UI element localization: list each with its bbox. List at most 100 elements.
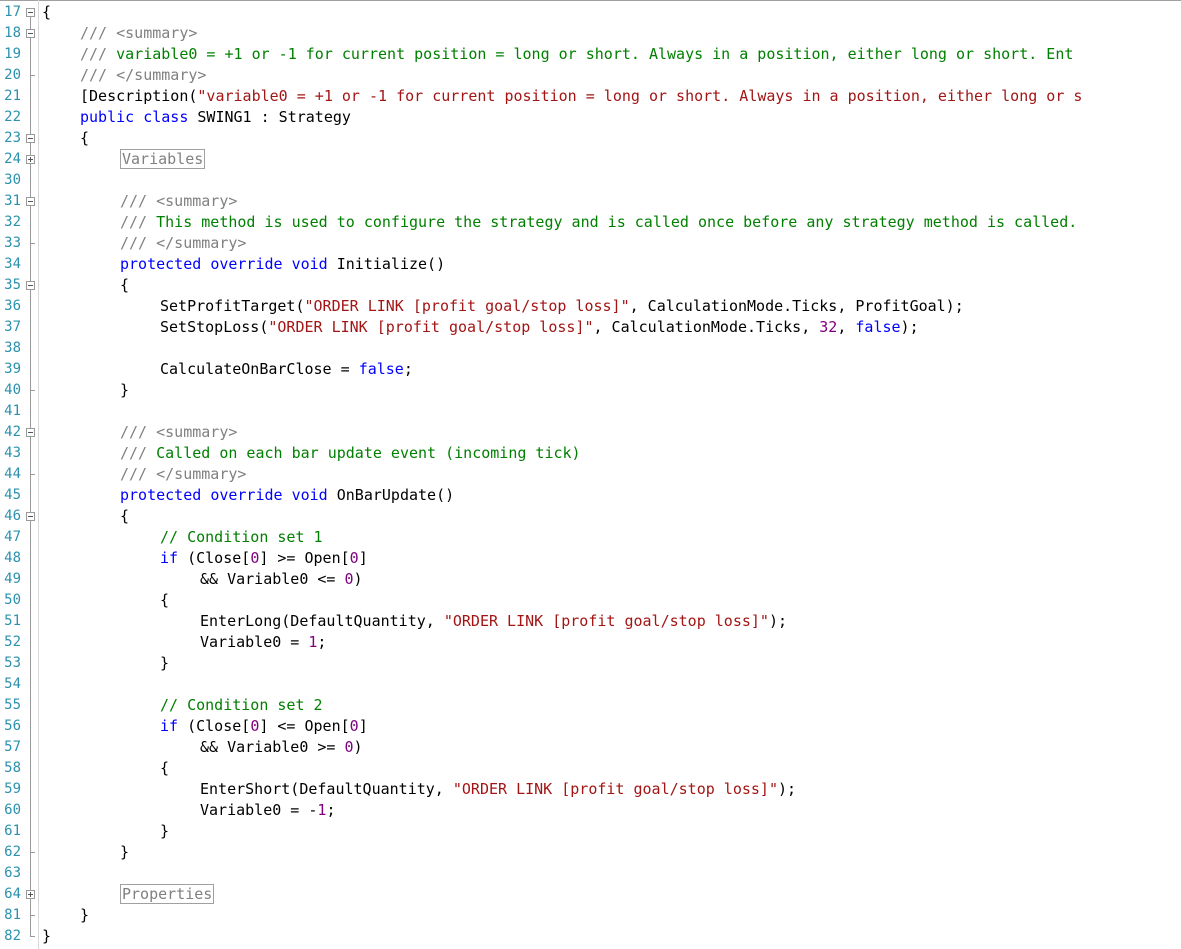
fold-collapse-icon[interactable]	[26, 2, 35, 23]
code-line[interactable]: 17 {	[0, 2, 1181, 23]
code-line[interactable]: 63	[0, 863, 1181, 884]
code-text[interactable]: Variable0 = -1;	[200, 800, 335, 821]
code-text[interactable]: Properties	[120, 884, 215, 905]
code-line[interactable]: 61}	[0, 821, 1181, 842]
code-text[interactable]: if (Close[0] >= Open[0]	[160, 548, 368, 569]
code-line[interactable]: 62}	[0, 842, 1181, 863]
fold-collapse-icon[interactable]	[26, 23, 35, 44]
code-text[interactable]: // Condition set 2	[160, 695, 323, 716]
code-text[interactable]: {	[120, 275, 129, 296]
code-line[interactable]: 38	[0, 338, 1181, 359]
code-text[interactable]: CalculateOnBarClose = false;	[160, 359, 413, 380]
code-text[interactable]: }	[160, 653, 169, 674]
code-line[interactable]: 32 /// This method is used to configure t…	[0, 212, 1181, 233]
code-text[interactable]: && Variable0 <= 0)	[200, 569, 363, 590]
code-line[interactable]: 33 /// </summary>	[0, 233, 1181, 254]
code-line[interactable]: 49 && Variable0 <= 0)	[0, 569, 1181, 590]
code-line[interactable]: 51 EnterLong(DefaultQuantity, "ORDER LINK…	[0, 611, 1181, 632]
code-line[interactable]: 52 Variable0 = 1;	[0, 632, 1181, 653]
fold-collapse-icon[interactable]	[26, 128, 35, 149]
code-line[interactable]: 59 EnterShort(DefaultQuantity, "ORDER LIN…	[0, 779, 1181, 800]
code-line[interactable]: 58 {	[0, 758, 1181, 779]
fold-collapse-icon[interactable]	[26, 191, 35, 212]
code-text[interactable]: SetProfitTarget("ORDER LINK [profit goal…	[160, 296, 964, 317]
code-text[interactable]: protected override void Initialize()	[120, 254, 445, 275]
code-line[interactable]: 24 Variables	[0, 149, 1181, 170]
code-text[interactable]: }	[80, 905, 89, 926]
code-text[interactable]: /// </summary>	[80, 65, 206, 86]
code-text[interactable]: /// </summary>	[120, 233, 246, 254]
code-text[interactable]: Variable0 = 1;	[200, 632, 326, 653]
code-line[interactable]: 82}	[0, 926, 1181, 947]
code-line[interactable]: 46 {	[0, 506, 1181, 527]
code-line[interactable]: 50 {	[0, 590, 1181, 611]
fold-collapse-icon[interactable]	[26, 422, 35, 443]
code-text[interactable]: }	[120, 380, 129, 401]
code-text[interactable]: if (Close[0] <= Open[0]	[160, 716, 368, 737]
code-text[interactable]: protected override void OnBarUpdate()	[120, 485, 454, 506]
code-line[interactable]: 34 protected override void Initialize()	[0, 254, 1181, 275]
code-text[interactable]: /// This method is used to configure the…	[120, 212, 1077, 233]
code-line[interactable]: 21 [Description("variable0 = +1 or -1 for…	[0, 86, 1181, 107]
code-text[interactable]: /// </summary>	[120, 464, 246, 485]
code-text[interactable]: /// variable0 = +1 or -1 for current pos…	[80, 44, 1073, 65]
code-text[interactable]: EnterLong(DefaultQuantity, "ORDER LINK […	[200, 611, 787, 632]
code-token: 0	[344, 738, 354, 756]
code-line[interactable]: 44 /// </summary>	[0, 464, 1181, 485]
code-line[interactable]: 64 Properties	[0, 884, 1181, 905]
code-line[interactable]: 53}	[0, 653, 1181, 674]
code-line[interactable]: 54	[0, 674, 1181, 695]
code-line[interactable]: 57 && Variable0 >= 0)	[0, 737, 1181, 758]
line-number: 49	[4, 571, 21, 587]
code-text[interactable]: // Condition set 1	[160, 527, 323, 548]
code-text[interactable]: Variables	[120, 149, 206, 170]
code-text[interactable]: }	[120, 842, 129, 863]
fold-expand-icon[interactable]	[26, 149, 35, 170]
code-line[interactable]: 19 /// variable0 = +1 or -1 for current p…	[0, 44, 1181, 65]
code-text[interactable]: {	[160, 590, 169, 611]
code-text[interactable]: public class SWING1 : Strategy	[80, 107, 351, 128]
code-lines[interactable]: 17 {18 /// <summary> 19 /// variable0 = +1 o…	[0, 2, 1181, 947]
code-line[interactable]: 60 Variable0 = -1;	[0, 800, 1181, 821]
code-line[interactable]: 40}	[0, 380, 1181, 401]
code-text[interactable]: {	[160, 758, 169, 779]
code-text[interactable]: SetStopLoss("ORDER LINK [profit goal/sto…	[160, 317, 919, 338]
code-editor[interactable]: 17 {18 /// <summary> 19 /// variable0 = +1 o…	[0, 0, 1181, 949]
code-text[interactable]: [Description("variable0 = +1 or -1 for c…	[80, 86, 1082, 107]
code-line[interactable]: 81}	[0, 905, 1181, 926]
code-line[interactable]: 20 /// </summary>	[0, 65, 1181, 86]
code-text[interactable]: /// <summary>	[120, 191, 237, 212]
code-text[interactable]: /// <summary>	[120, 422, 237, 443]
fold-collapse-icon[interactable]	[26, 506, 35, 527]
code-line[interactable]: 37 SetStopLoss("ORDER LINK [profit goal/s…	[0, 317, 1181, 338]
collapsed-region-variables[interactable]: Variables	[120, 149, 206, 169]
code-text[interactable]: && Variable0 >= 0)	[200, 737, 363, 758]
fold-expand-icon[interactable]	[26, 884, 35, 905]
collapsed-region-properties[interactable]: Properties	[120, 884, 215, 904]
code-text[interactable]: /// <summary>	[80, 23, 197, 44]
code-text[interactable]: }	[160, 821, 169, 842]
code-line[interactable]: 42 /// <summary>	[0, 422, 1181, 443]
code-line[interactable]: 30	[0, 170, 1181, 191]
code-line[interactable]: 18 /// <summary>	[0, 23, 1181, 44]
code-line[interactable]: 31 /// <summary>	[0, 191, 1181, 212]
code-line[interactable]: 55 // Condition set 2	[0, 695, 1181, 716]
code-text[interactable]: EnterShort(DefaultQuantity, "ORDER LINK …	[200, 779, 796, 800]
code-line[interactable]: 41	[0, 401, 1181, 422]
code-line[interactable]: 36 SetProfitTarget("ORDER LINK [profit go…	[0, 296, 1181, 317]
code-text[interactable]: /// Called on each bar update event (inc…	[120, 443, 581, 464]
code-line[interactable]: 22 public class SWING1 : Strategy	[0, 107, 1181, 128]
code-line[interactable]: 45 protected override void OnBarUpdate()	[0, 485, 1181, 506]
code-line[interactable]: 35 {	[0, 275, 1181, 296]
code-line[interactable]: 23 {	[0, 128, 1181, 149]
code-text[interactable]: {	[120, 506, 129, 527]
code-line[interactable]: 48 if (Close[0] >= Open[0]	[0, 548, 1181, 569]
code-line[interactable]: 39 CalculateOnBarClose = false;	[0, 359, 1181, 380]
code-line[interactable]: 43 /// Called on each bar update event (i…	[0, 443, 1181, 464]
fold-collapse-icon[interactable]	[26, 275, 35, 296]
code-text[interactable]: }	[42, 926, 51, 947]
code-line[interactable]: 56 if (Close[0] <= Open[0]	[0, 716, 1181, 737]
code-text[interactable]: {	[42, 2, 51, 23]
code-line[interactable]: 47 // Condition set 1	[0, 527, 1181, 548]
code-text[interactable]: {	[80, 128, 89, 149]
